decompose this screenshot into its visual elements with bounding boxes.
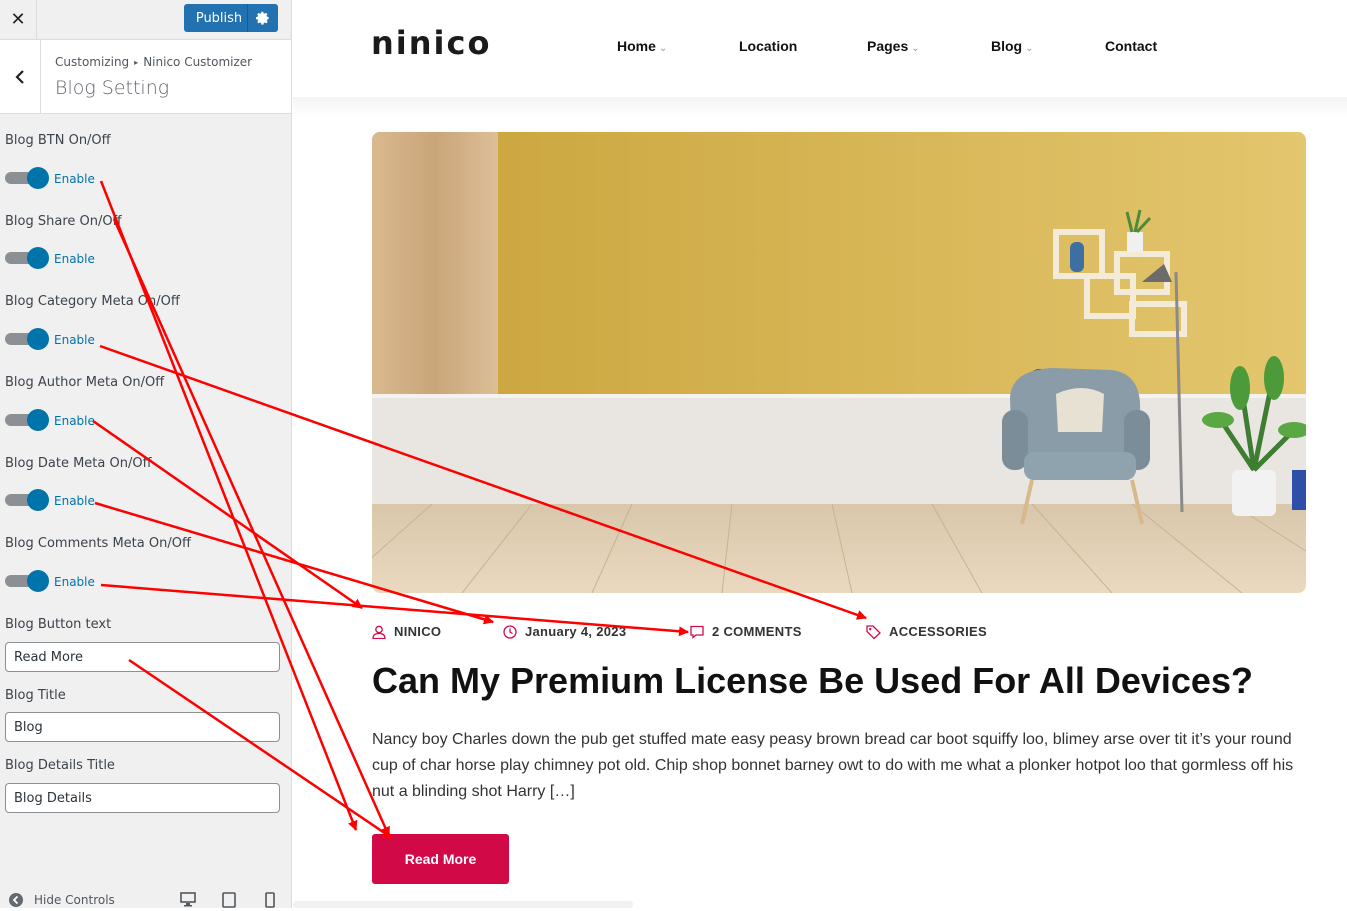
post-excerpt: Nancy boy Charles down the pub get stuff… <box>372 731 1294 800</box>
nav-item-home[interactable]: Home ⌄ <box>617 38 667 54</box>
nav-item-location[interactable]: Location <box>739 38 797 54</box>
close-icon: ✕ <box>10 9 26 30</box>
chevron-down-icon: ⌄ <box>911 43 920 54</box>
post-meta: NINICO January 4, 2023 2 COMMENTS ACCESS… <box>372 624 1306 644</box>
blog-button-text-input[interactable] <box>5 642 280 672</box>
blog-author-toggle-label: Blog Author Meta On/Off <box>5 375 165 390</box>
publish-button[interactable]: Publish <box>184 4 254 32</box>
nav-item-contact[interactable]: Contact <box>1105 38 1157 54</box>
blog-comments-toggle-state: Enable <box>54 575 95 589</box>
chevron-down-icon: ⌄ <box>658 43 668 54</box>
blog-comments-toggle-label: Blog Comments Meta On/Off <box>5 536 191 551</box>
close-customizer-button[interactable]: ✕ <box>0 0 37 39</box>
post-title[interactable]: Can My Premium License Be Used For All D… <box>372 660 1253 702</box>
blog-date-toggle-state: Enable <box>54 494 95 508</box>
blog-share-toggle-state: Enable <box>54 252 95 266</box>
post-author[interactable]: NINICO <box>372 624 441 639</box>
breadcrumb: Customizing ▸ Ninico Customizer <box>55 55 252 69</box>
horizontal-scrollbar[interactable] <box>293 901 633 908</box>
chevron-down-icon: ⌄ <box>1025 43 1034 54</box>
gear-icon <box>256 11 269 25</box>
nav-item-blog[interactable]: Blog ⌄ <box>991 38 1034 54</box>
blog-details-title-input[interactable] <box>5 783 280 813</box>
site-header: ninico Home ⌄ Location Pages ⌄ Blog ⌄ Conta… <box>293 0 1347 97</box>
customizer-topbar: ✕ Publish <box>0 0 291 40</box>
section-header: Customizing ▸ Ninico Customizer Blog Setti… <box>0 40 291 114</box>
blog-btn-toggle-label: Blog BTN On/Off <box>5 133 111 148</box>
hide-controls-label: Hide Controls <box>34 893 115 907</box>
blog-details-title-label: Blog Details Title <box>5 758 115 773</box>
breadcrumb-root: Customizing <box>55 55 130 69</box>
blog-comments-toggle[interactable] <box>5 570 49 592</box>
blog-author-toggle-state: Enable <box>54 414 95 428</box>
tablet-icon <box>222 892 236 908</box>
user-icon <box>372 625 386 639</box>
post-category[interactable]: ACCESSORIES <box>866 624 987 639</box>
customizer-footer: Hide Controls <box>0 884 292 908</box>
blog-date-toggle-label: Blog Date Meta On/Off <box>5 456 152 471</box>
blog-share-toggle-label: Blog Share On/Off <box>5 214 122 229</box>
desktop-icon <box>180 892 196 907</box>
blog-btn-toggle[interactable] <box>5 167 49 189</box>
header-shadow <box>293 97 1347 117</box>
post-date: January 4, 2023 <box>503 624 626 639</box>
blog-category-toggle-label: Blog Category Meta On/Off <box>5 294 180 309</box>
blog-category-toggle-state: Enable <box>54 333 95 347</box>
customizer-sidebar: ✕ Publish Customizing ▸ Ninico Customizer … <box>0 0 292 908</box>
breadcrumb-parent: Ninico Customizer <box>143 55 253 69</box>
tag-icon <box>866 624 881 639</box>
read-more-button[interactable]: Read More <box>372 834 509 884</box>
chevron-left-icon <box>15 69 24 84</box>
blog-share-toggle[interactable] <box>5 247 49 269</box>
blog-button-text-label: Blog Button text <box>5 617 112 632</box>
site-preview: ninico Home ⌄ Location Pages ⌄ Blog ⌄ Conta… <box>293 0 1347 908</box>
section-title: Blog Setting <box>55 77 170 99</box>
back-button[interactable] <box>0 40 41 113</box>
nav-item-pages[interactable]: Pages ⌄ <box>867 38 920 54</box>
mobile-preview-button[interactable] <box>265 892 275 911</box>
tablet-preview-button[interactable] <box>222 892 236 911</box>
publish-settings-button[interactable] <box>247 4 278 32</box>
mobile-icon <box>265 892 275 908</box>
blog-author-toggle[interactable] <box>5 409 49 431</box>
hide-controls-button[interactable]: Hide Controls <box>8 892 115 908</box>
living-room-illustration <box>372 132 1306 593</box>
blog-title-input[interactable] <box>5 712 280 742</box>
blog-title-label: Blog Title <box>5 688 66 703</box>
blog-btn-toggle-state: Enable <box>54 172 95 186</box>
desktop-preview-button[interactable] <box>180 892 196 910</box>
post-comments[interactable]: 2 COMMENTS <box>690 624 802 639</box>
post-featured-image[interactable] <box>372 132 1306 593</box>
blog-category-toggle[interactable] <box>5 328 49 350</box>
blog-date-toggle[interactable] <box>5 489 49 511</box>
site-logo[interactable]: ninico <box>371 24 491 62</box>
breadcrumb-separator-icon: ▸ <box>134 58 139 67</box>
clock-icon <box>503 624 517 639</box>
comment-icon <box>690 625 704 639</box>
collapse-icon <box>9 893 23 907</box>
